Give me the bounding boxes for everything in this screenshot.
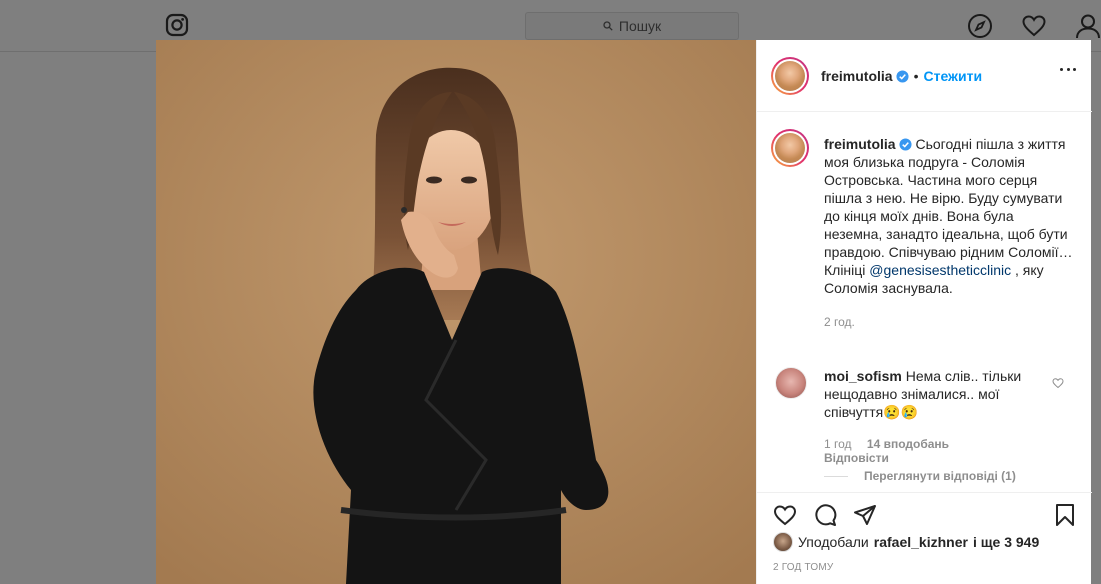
caption-mention-link[interactable]: @genesisestheticclinic: [869, 262, 1011, 278]
view-replies-button[interactable]: Переглянути відповіді (1): [824, 469, 1016, 483]
separator-dot: •: [913, 68, 919, 84]
caption-author-avatar[interactable]: [771, 129, 809, 167]
search-input[interactable]: Пошук: [525, 12, 739, 40]
likes-summary: Уподобали rafael_kizhner і ще 3 949: [773, 532, 1039, 552]
post-photo: [156, 40, 756, 584]
caption-text-main: Сьогодні пішла з життя моя близька подру…: [824, 136, 1073, 278]
share-icon[interactable]: [853, 503, 877, 527]
bookmark-icon[interactable]: [1053, 503, 1077, 527]
commenter-username[interactable]: moi_sofism: [824, 368, 902, 384]
verified-icon: [896, 69, 909, 83]
liked-by-username[interactable]: rafael_kizhner: [874, 534, 968, 550]
replies-divider: [824, 475, 848, 477]
liked-by-others[interactable]: і ще 3 949: [973, 534, 1039, 550]
verified-icon: [899, 138, 912, 151]
comment-icon[interactable]: [813, 503, 837, 527]
instagram-icon[interactable]: [165, 13, 189, 37]
more-options-icon[interactable]: [1060, 68, 1076, 72]
profile-icon[interactable]: [1075, 13, 1101, 39]
comment-meta: 1 год 14 вподобань Відповісти: [824, 437, 949, 465]
post-header: freimutolia • Стежити: [757, 40, 1092, 112]
comment: moi_sofism Нема слів.. тільки нещодавно …: [824, 367, 1054, 421]
view-replies-label[interactable]: Переглянути відповіді (1): [864, 469, 1016, 483]
author-username[interactable]: freimutolia: [821, 68, 893, 84]
comments-section[interactable]: freimutolia Сьогодні пішла з життя моя б…: [757, 113, 1092, 483]
follow-button[interactable]: Стежити: [923, 68, 982, 84]
search-icon: [603, 21, 613, 31]
comment-timestamp[interactable]: 1 год: [824, 437, 852, 451]
post-actions-bar: [757, 492, 1092, 532]
commenter-avatar[interactable]: [775, 367, 807, 399]
author-avatar[interactable]: [771, 57, 809, 95]
caption-timestamp[interactable]: 2 год.: [824, 313, 1074, 331]
comment-likes-count[interactable]: 14 вподобань: [867, 437, 949, 451]
comment-like-icon[interactable]: [1052, 377, 1064, 389]
reply-button[interactable]: Відповісти: [824, 451, 889, 465]
like-heart-icon[interactable]: [773, 503, 797, 527]
post-details-panel: freimutolia • Стежити freimutolia Сьогод…: [756, 40, 1092, 584]
caption-author-username[interactable]: freimutolia: [824, 136, 896, 152]
heart-icon[interactable]: [1021, 13, 1047, 39]
post-timestamp[interactable]: 2 ГОД ТОМУ: [773, 562, 833, 573]
search-placeholder: Пошук: [618, 18, 662, 34]
post-image: [156, 40, 756, 584]
compass-icon[interactable]: [967, 13, 993, 39]
liker-avatar[interactable]: [773, 532, 793, 552]
post-caption: freimutolia Сьогодні пішла з життя моя б…: [824, 135, 1074, 331]
liked-by-prefix: Уподобали: [798, 534, 869, 550]
